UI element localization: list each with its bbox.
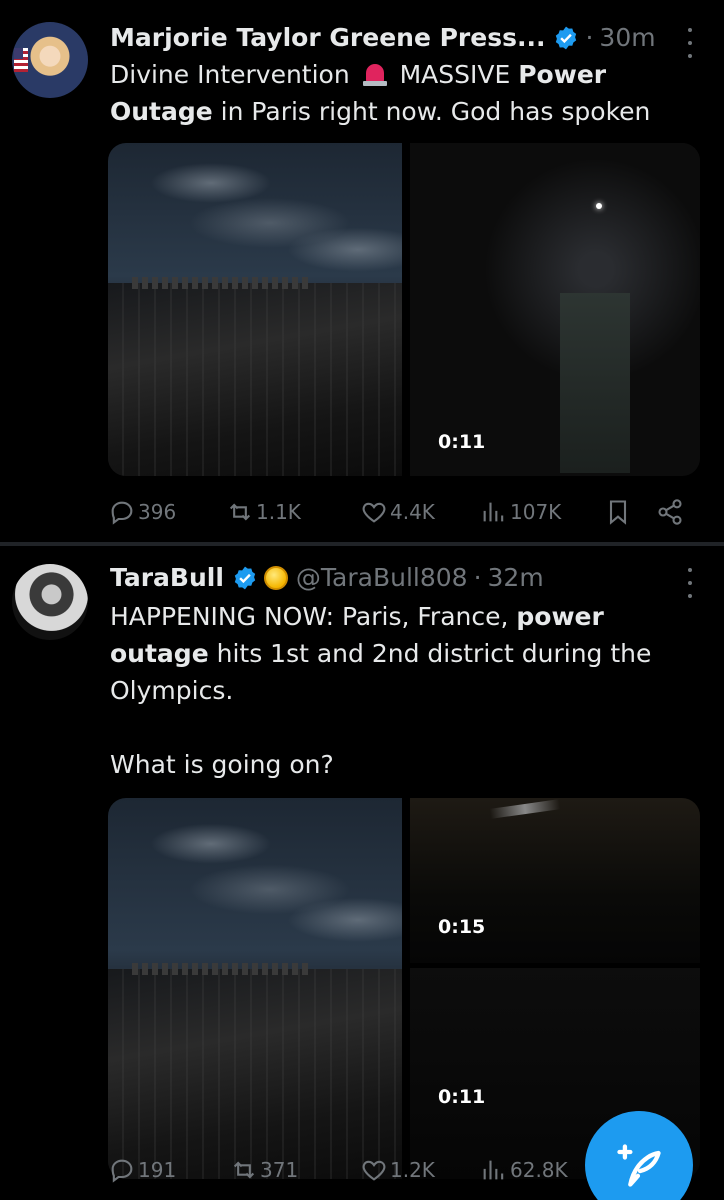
timestamp[interactable]: 32m [488,562,544,594]
heart-icon [362,1160,386,1181]
heart-icon [362,502,386,523]
separator: · [585,23,594,52]
views-count: 62.8K [510,1158,568,1182]
siren-emoji-icon [362,62,388,86]
gold-badge-icon [263,566,288,590]
media-grid[interactable]: 0:11 [108,143,700,476]
tweet-text: Divine Intervention MASSIVE Power Outage… [110,56,694,130]
timestamp[interactable]: 30m [599,22,655,54]
text-part: in Paris right now. God has spoken [212,97,651,126]
video-duration: 0:11 [438,431,486,453]
more-icon[interactable] [680,568,700,598]
text-part: What is going on? [110,750,334,779]
verified-badge-icon [556,26,577,50]
window-shape [560,293,630,473]
photo[interactable] [108,143,402,476]
views-button[interactable]: 62.8K [480,1150,568,1190]
share-button[interactable] [656,492,686,532]
tweet[interactable]: Marjorie Taylor Greene Press... · 30m Di… [0,0,724,542]
light-dot [596,203,602,209]
repost-count: 371 [260,1158,299,1182]
tweet-header: TaraBull @TaraBull808 · 32m [110,562,684,594]
video[interactable]: 0:15 [410,798,700,963]
repost-button[interactable]: 371 [230,1150,298,1190]
action-bar: 396 1.1K 4.4K 107K [108,492,698,532]
like-count: 4.4K [390,500,435,524]
bookmark-icon [609,500,627,525]
compose-icon [617,1144,661,1187]
repost-button[interactable]: 1.1K [226,492,301,532]
flag-icon [14,48,28,72]
handle[interactable]: @TaraBull808 [296,562,468,594]
reply-button[interactable]: 191 [108,1150,176,1190]
repost-icon [229,503,251,521]
bookmark-button[interactable] [604,492,634,532]
video-duration: 0:15 [438,916,486,938]
reply-icon [111,1159,133,1183]
views-icon [483,1160,504,1180]
text-part: Divine Intervention [110,60,358,89]
views-button[interactable]: 107K [480,492,561,532]
reply-icon [111,501,133,525]
video-duration: 0:11 [438,1086,486,1108]
reply-count: 191 [138,1158,177,1182]
display-name[interactable]: Marjorie Taylor Greene Press... [110,22,545,54]
tweet-header: Marjorie Taylor Greene Press... · 30m [110,22,684,54]
like-count: 1.2K [390,1158,435,1182]
avatar[interactable] [12,564,88,640]
reply-button[interactable]: 396 [108,492,176,532]
display-name[interactable]: TaraBull [110,562,224,594]
views-count: 107K [510,500,562,524]
avatar[interactable] [12,22,88,98]
photo[interactable] [108,798,402,1179]
views-icon [483,502,504,522]
separator: · [473,563,482,592]
share-icon [658,499,682,525]
text-part: MASSIVE [391,60,519,89]
tweet-text: HAPPENING NOW: Paris, France, power outa… [110,598,694,783]
repost-icon [233,1161,255,1179]
like-button[interactable]: 1.2K [360,1150,435,1190]
verified-badge-icon [234,566,256,590]
like-button[interactable]: 4.4K [360,492,435,532]
more-icon[interactable] [680,28,700,58]
tweet[interactable]: TaraBull @TaraBull808 · 32m HAPPENING NO… [0,546,724,1200]
video[interactable]: 0:11 [410,143,700,476]
reply-count: 396 [138,500,177,524]
text-part: HAPPENING NOW: Paris, France, [110,602,517,631]
repost-count: 1.1K [256,500,301,524]
light-streak [489,799,561,819]
